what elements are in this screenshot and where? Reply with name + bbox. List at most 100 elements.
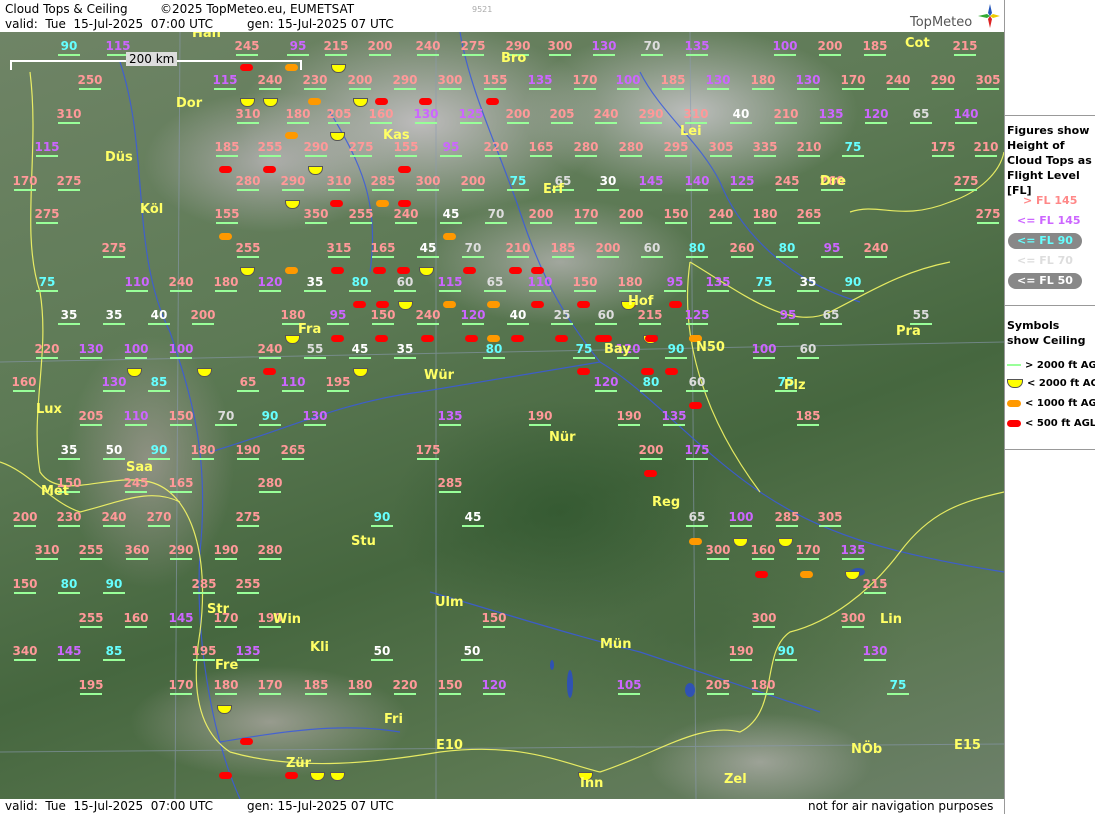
ceiling-symbol-s500 (331, 267, 344, 274)
cloud-top-label: 75 (501, 175, 535, 191)
cloud-top-label: 350 (299, 208, 333, 224)
ceiling-ok-line (730, 525, 752, 527)
city-label: Kli (310, 640, 329, 655)
cloud-top-label: 340 (8, 645, 42, 661)
ceiling-symbol-s500 (219, 166, 232, 173)
cloud-top-value: 280 (257, 476, 283, 490)
ceiling-ok-line (125, 424, 147, 426)
cloud-top-value: 220 (392, 678, 418, 692)
cloud-top-value: 170 (573, 207, 599, 221)
legend-divider (1005, 449, 1095, 450)
ceiling-ok-line (821, 256, 843, 258)
cloud-top-value: 55 (912, 308, 930, 322)
cloud-top-label: 305 (704, 141, 738, 157)
cloud-top-value: 280 (235, 174, 261, 188)
cloud-top-value: 145 (168, 611, 194, 625)
ceiling-ok-line (170, 693, 192, 695)
ceiling-ok-line (640, 122, 662, 124)
cloud-top-label: 230 (52, 511, 86, 527)
legend-level-2: <= FL 90 (1008, 233, 1082, 249)
city-label: Düs (105, 150, 133, 165)
ceiling-ok-line (325, 54, 347, 56)
ceiling-ok-line (125, 626, 147, 628)
ceiling-ok-line (36, 155, 58, 157)
ceiling-ok-line (864, 54, 886, 56)
ceiling-ok-line (797, 290, 819, 292)
ceiling-ok-line (462, 256, 484, 258)
cloud-top-label: 35 (388, 343, 422, 359)
ceiling-ok-line (237, 256, 259, 258)
cloud-top-value: 110 (280, 375, 306, 389)
cloud-top-label: 145 (164, 612, 198, 628)
cloud-top-label: 155 (389, 141, 423, 157)
pill-icon (1007, 419, 1021, 427)
city-name: NÖb (851, 742, 883, 757)
ceiling-ok-line (529, 88, 551, 90)
ceiling-ok-line (484, 88, 506, 90)
ceiling-symbol-s500 (330, 200, 343, 207)
cloud-top-label: 50 (365, 645, 399, 661)
cloud-top-value: 200 (638, 443, 664, 457)
cloud-top-value: 60 (643, 241, 661, 255)
cloud-top-label: 95 (771, 309, 805, 325)
scale-label: 200 km (126, 52, 178, 66)
cloud-top-label: 280 (231, 175, 265, 191)
cloud-top-value: 205 (326, 107, 352, 121)
cloud-top-value: 240 (101, 510, 127, 524)
cloud-top-value: 200 (528, 207, 554, 221)
cloud-top-value: 205 (705, 678, 731, 692)
legend-symbol-3: < 500 ft AGL (1007, 418, 1095, 429)
cloud-top-label: 75 (836, 141, 870, 157)
cloud-top-label: 40 (724, 108, 758, 124)
ceiling-ok-line (710, 222, 732, 224)
valid-time: valid: Tue 15-Jul-2025 07:00 UTC (5, 17, 213, 31)
cloud-top-label: 285 (433, 477, 467, 493)
ceiling-ok-line (731, 256, 753, 258)
ceiling-ok-line (237, 122, 259, 124)
satellite-map[interactable]: 90 115 245 95 215 200 240 275 290 300 130 70 135 100 2… (0, 32, 1004, 799)
cloud-top-value: 185 (214, 140, 240, 154)
ceiling-ok-line (686, 189, 708, 191)
ceiling-ok-line (640, 390, 662, 392)
ceiling-symbol-s500 (463, 267, 476, 274)
cloud-top-label: 125 (680, 309, 714, 325)
ceiling-ok-line (103, 592, 125, 594)
city-label: Fre (215, 658, 238, 673)
cloud-top-value: 110 (123, 409, 149, 423)
cloud-top-label: 105 (612, 679, 646, 695)
cloud-top-value: 300 (415, 174, 441, 188)
cloud-top-label: 180 (186, 444, 220, 460)
ceiling-ok-line (865, 122, 887, 124)
ceiling-ok-line (462, 323, 484, 325)
cloud-top-value: 135 (437, 409, 463, 423)
cloud-top-value: 240 (708, 207, 734, 221)
ceiling-ok-line (372, 256, 394, 258)
city-name: Han (192, 32, 221, 41)
ceiling-ok-line (126, 558, 148, 560)
legend-panel: Figures show Height of Cloud Tops as Fli… (1004, 0, 1095, 814)
ceiling-ok-line (14, 525, 36, 527)
cloud-top-label: 110 (119, 410, 153, 426)
cloud-top-value: 240 (168, 275, 194, 289)
ceiling-ok-line (707, 88, 729, 90)
cloud-top-label: 275 (344, 141, 378, 157)
ceiling-ok-line (775, 122, 797, 124)
cloud-top-value: 90 (60, 39, 78, 53)
ceiling-ok-line (842, 155, 864, 157)
cloud-top-value: 255 (78, 543, 104, 557)
ceiling-ok-line (665, 155, 687, 157)
ceiling-ok-line (216, 222, 238, 224)
cloud-top-value: 205 (549, 107, 575, 121)
cloud-top-label: 290 (299, 141, 333, 157)
ceiling-ok-line (507, 256, 529, 258)
cloud-top-label: 100 (611, 74, 645, 90)
city-label: Plz (784, 378, 806, 393)
pill-icon (1007, 399, 1021, 407)
ceiling-ok-line (36, 357, 58, 359)
ceiling-ok-line (618, 693, 640, 695)
cloud-top-label: 305 (813, 511, 847, 527)
cloud-top-label: 215 (319, 40, 353, 56)
ceiling-ok-line (148, 390, 170, 392)
ceiling-ok-line (549, 54, 571, 56)
cloud-top-value: 45 (442, 207, 460, 221)
